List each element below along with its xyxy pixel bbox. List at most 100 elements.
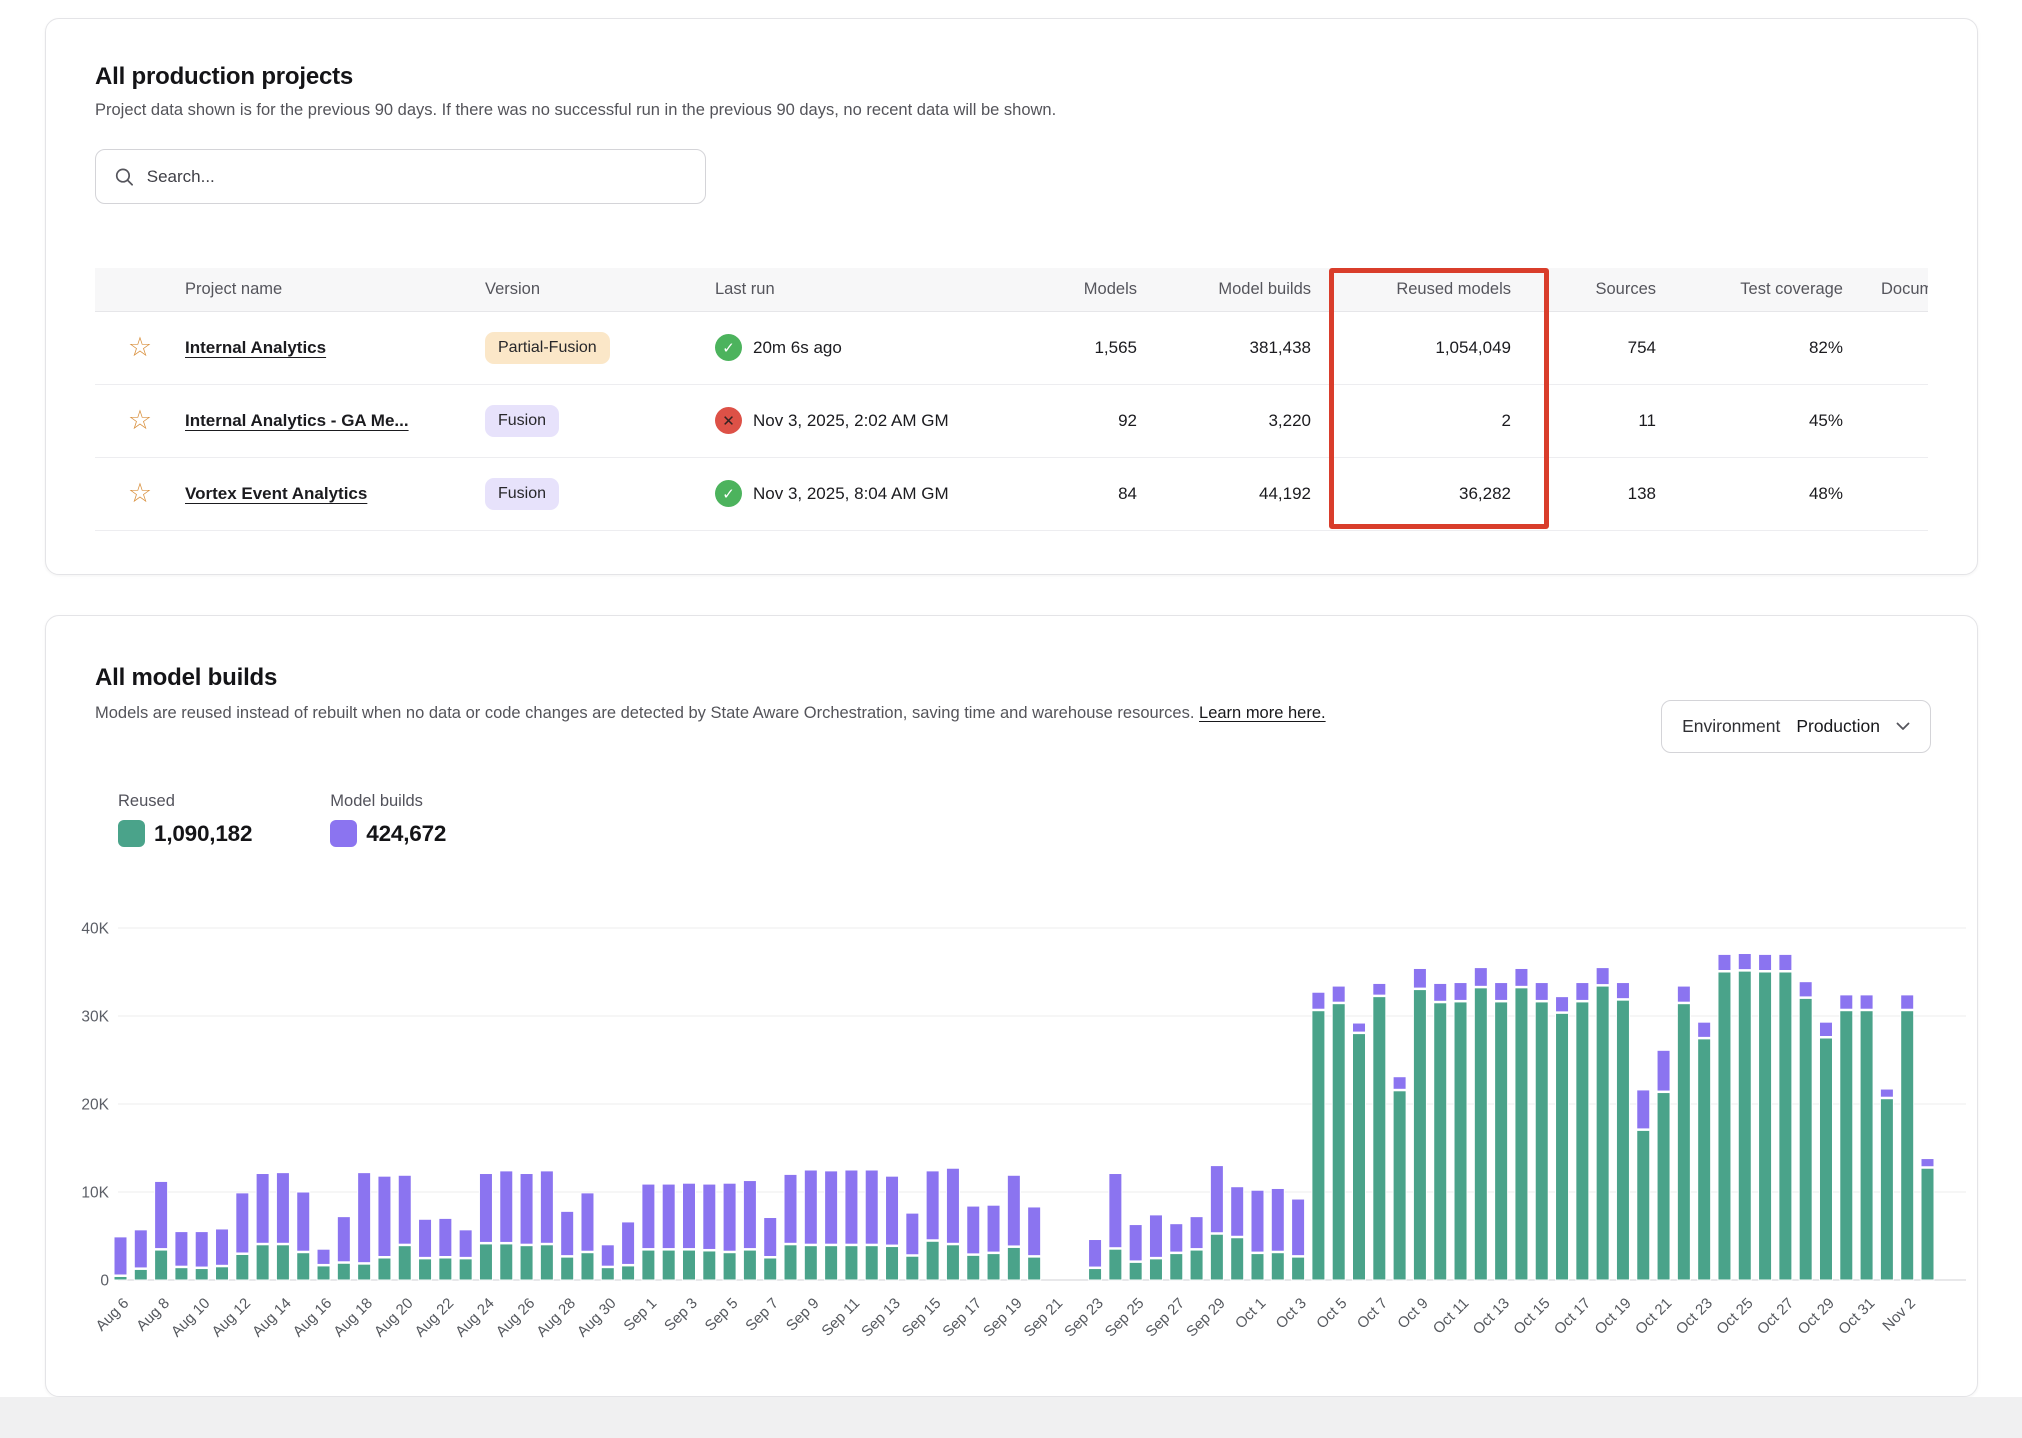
bar-reused-Aug-16[interactable] xyxy=(317,1266,330,1280)
bar-builds-Oct-19[interactable] xyxy=(1616,983,1629,999)
bar-reused-Oct-1[interactable] xyxy=(1251,1254,1264,1280)
bar-reused-Oct-7[interactable] xyxy=(1373,997,1386,1280)
bar-builds-Aug-12[interactable] xyxy=(236,1193,249,1253)
bar-builds-Sep-5[interactable] xyxy=(723,1183,736,1251)
bar-builds-Oct-25[interactable] xyxy=(1738,954,1751,970)
bar-builds-Aug-9[interactable] xyxy=(175,1232,188,1267)
bar-reused-Sep-11[interactable] xyxy=(845,1246,858,1280)
bar-reused-Oct-17[interactable] xyxy=(1576,1002,1589,1280)
bar-reused-Oct-6[interactable] xyxy=(1353,1034,1366,1280)
bar-reused-Aug-30[interactable] xyxy=(601,1268,614,1280)
bar-builds-Aug-28[interactable] xyxy=(561,1211,574,1255)
bar-reused-Aug-28[interactable] xyxy=(561,1257,574,1280)
bar-reused-Aug-8[interactable] xyxy=(155,1250,168,1280)
bar-reused-Oct-28[interactable] xyxy=(1799,998,1812,1280)
bar-reused-Sep-26[interactable] xyxy=(1149,1259,1162,1280)
bar-builds-Sep-17[interactable] xyxy=(967,1206,980,1254)
bar-reused-Nov-1[interactable] xyxy=(1880,1099,1893,1280)
project-name-link[interactable]: Internal Analytics - GA Me... xyxy=(185,411,409,430)
bar-builds-Oct-4[interactable] xyxy=(1312,992,1325,1009)
bar-builds-Sep-6[interactable] xyxy=(743,1181,756,1249)
bar-reused-Oct-13[interactable] xyxy=(1495,1002,1508,1280)
bar-builds-Oct-10[interactable] xyxy=(1434,983,1447,1001)
bar-builds-Sep-30[interactable] xyxy=(1231,1187,1244,1237)
bar-builds-Oct-15[interactable] xyxy=(1535,983,1548,1001)
bar-reused-Aug-22[interactable] xyxy=(439,1258,452,1280)
bar-reused-Aug-27[interactable] xyxy=(540,1245,553,1280)
bar-builds-Sep-11[interactable] xyxy=(845,1170,858,1244)
bar-reused-Oct-31[interactable] xyxy=(1860,1011,1873,1280)
bar-reused-Sep-13[interactable] xyxy=(886,1247,899,1280)
bar-reused-Aug-14[interactable] xyxy=(276,1245,289,1280)
bar-reused-Aug-17[interactable] xyxy=(337,1263,350,1280)
bar-builds-Sep-29[interactable] xyxy=(1210,1166,1223,1233)
bar-builds-Sep-14[interactable] xyxy=(906,1213,919,1255)
bar-builds-Aug-6[interactable] xyxy=(114,1237,127,1275)
bar-builds-Aug-15[interactable] xyxy=(297,1192,310,1251)
bar-reused-Oct-19[interactable] xyxy=(1616,1000,1629,1280)
bar-builds-Oct-17[interactable] xyxy=(1576,983,1589,1001)
bar-builds-Oct-24[interactable] xyxy=(1718,954,1731,970)
bar-builds-Oct-13[interactable] xyxy=(1495,983,1508,1001)
bar-reused-Sep-3[interactable] xyxy=(682,1250,695,1280)
bar-builds-Aug-23[interactable] xyxy=(459,1230,472,1258)
bar-builds-Sep-24[interactable] xyxy=(1109,1174,1122,1248)
bar-reused-Oct-18[interactable] xyxy=(1596,986,1609,1280)
bar-reused-Aug-12[interactable] xyxy=(236,1254,249,1280)
bar-builds-Aug-16[interactable] xyxy=(317,1249,330,1264)
bar-reused-Oct-5[interactable] xyxy=(1332,1004,1345,1280)
bar-reused-Aug-10[interactable] xyxy=(195,1269,208,1280)
bar-reused-Oct-14[interactable] xyxy=(1515,988,1528,1280)
environment-select[interactable]: Environment Production xyxy=(1661,700,1931,753)
bar-builds-Sep-9[interactable] xyxy=(804,1170,817,1244)
bar-builds-Oct-6[interactable] xyxy=(1353,1023,1366,1032)
bar-builds-Aug-29[interactable] xyxy=(581,1193,594,1251)
bar-reused-Oct-29[interactable] xyxy=(1819,1038,1832,1280)
bar-reused-Sep-4[interactable] xyxy=(703,1251,716,1280)
bar-builds-Aug-13[interactable] xyxy=(256,1174,269,1244)
bar-reused-Sep-15[interactable] xyxy=(926,1241,939,1280)
bar-reused-Aug-7[interactable] xyxy=(134,1269,147,1280)
bar-reused-Aug-24[interactable] xyxy=(479,1244,492,1280)
bar-reused-Oct-2[interactable] xyxy=(1271,1253,1284,1280)
bar-reused-Aug-19[interactable] xyxy=(378,1258,391,1280)
bar-builds-Sep-7[interactable] xyxy=(764,1218,777,1257)
bar-builds-Aug-22[interactable] xyxy=(439,1218,452,1256)
bar-reused-Oct-27[interactable] xyxy=(1779,972,1792,1280)
bar-builds-Oct-16[interactable] xyxy=(1556,997,1569,1012)
bar-reused-Sep-23[interactable] xyxy=(1089,1269,1102,1280)
bar-builds-Aug-18[interactable] xyxy=(358,1173,371,1263)
bar-reused-Sep-1[interactable] xyxy=(642,1250,655,1280)
bar-builds-Aug-24[interactable] xyxy=(479,1174,492,1243)
bar-reused-Oct-30[interactable] xyxy=(1840,1011,1853,1280)
project-name-link[interactable]: Internal Analytics xyxy=(185,338,326,357)
search-input[interactable] xyxy=(147,167,687,187)
bar-reused-Aug-18[interactable] xyxy=(358,1264,371,1280)
bar-builds-Aug-19[interactable] xyxy=(378,1176,391,1256)
bar-reused-Sep-12[interactable] xyxy=(865,1246,878,1280)
bar-builds-Oct-3[interactable] xyxy=(1292,1199,1305,1256)
bar-builds-Oct-5[interactable] xyxy=(1332,986,1345,1002)
bar-builds-Oct-18[interactable] xyxy=(1596,968,1609,985)
bar-builds-Aug-14[interactable] xyxy=(276,1173,289,1244)
bar-builds-Oct-11[interactable] xyxy=(1454,983,1467,1001)
bar-reused-Sep-19[interactable] xyxy=(1007,1247,1020,1280)
bar-builds-Oct-29[interactable] xyxy=(1819,1022,1832,1036)
bar-builds-Nov-3[interactable] xyxy=(1921,1159,1934,1167)
bar-builds-Oct-21[interactable] xyxy=(1657,1050,1670,1091)
bar-reused-Sep-2[interactable] xyxy=(662,1250,675,1280)
bar-builds-Aug-30[interactable] xyxy=(601,1245,614,1266)
bar-reused-Sep-14[interactable] xyxy=(906,1256,919,1280)
star-icon[interactable]: ☆ xyxy=(128,405,152,435)
bar-reused-Oct-15[interactable] xyxy=(1535,1002,1548,1280)
bar-builds-Oct-23[interactable] xyxy=(1698,1022,1711,1037)
bar-reused-Oct-8[interactable] xyxy=(1393,1091,1406,1280)
bar-reused-Oct-23[interactable] xyxy=(1698,1039,1711,1280)
bar-reused-Sep-25[interactable] xyxy=(1129,1262,1142,1280)
bar-builds-Sep-8[interactable] xyxy=(784,1174,797,1243)
bar-reused-Aug-15[interactable] xyxy=(297,1253,310,1280)
bar-builds-Sep-1[interactable] xyxy=(642,1184,655,1249)
bar-builds-Sep-2[interactable] xyxy=(662,1184,675,1249)
bar-builds-Aug-8[interactable] xyxy=(155,1181,168,1248)
bar-builds-Oct-20[interactable] xyxy=(1637,1090,1650,1129)
